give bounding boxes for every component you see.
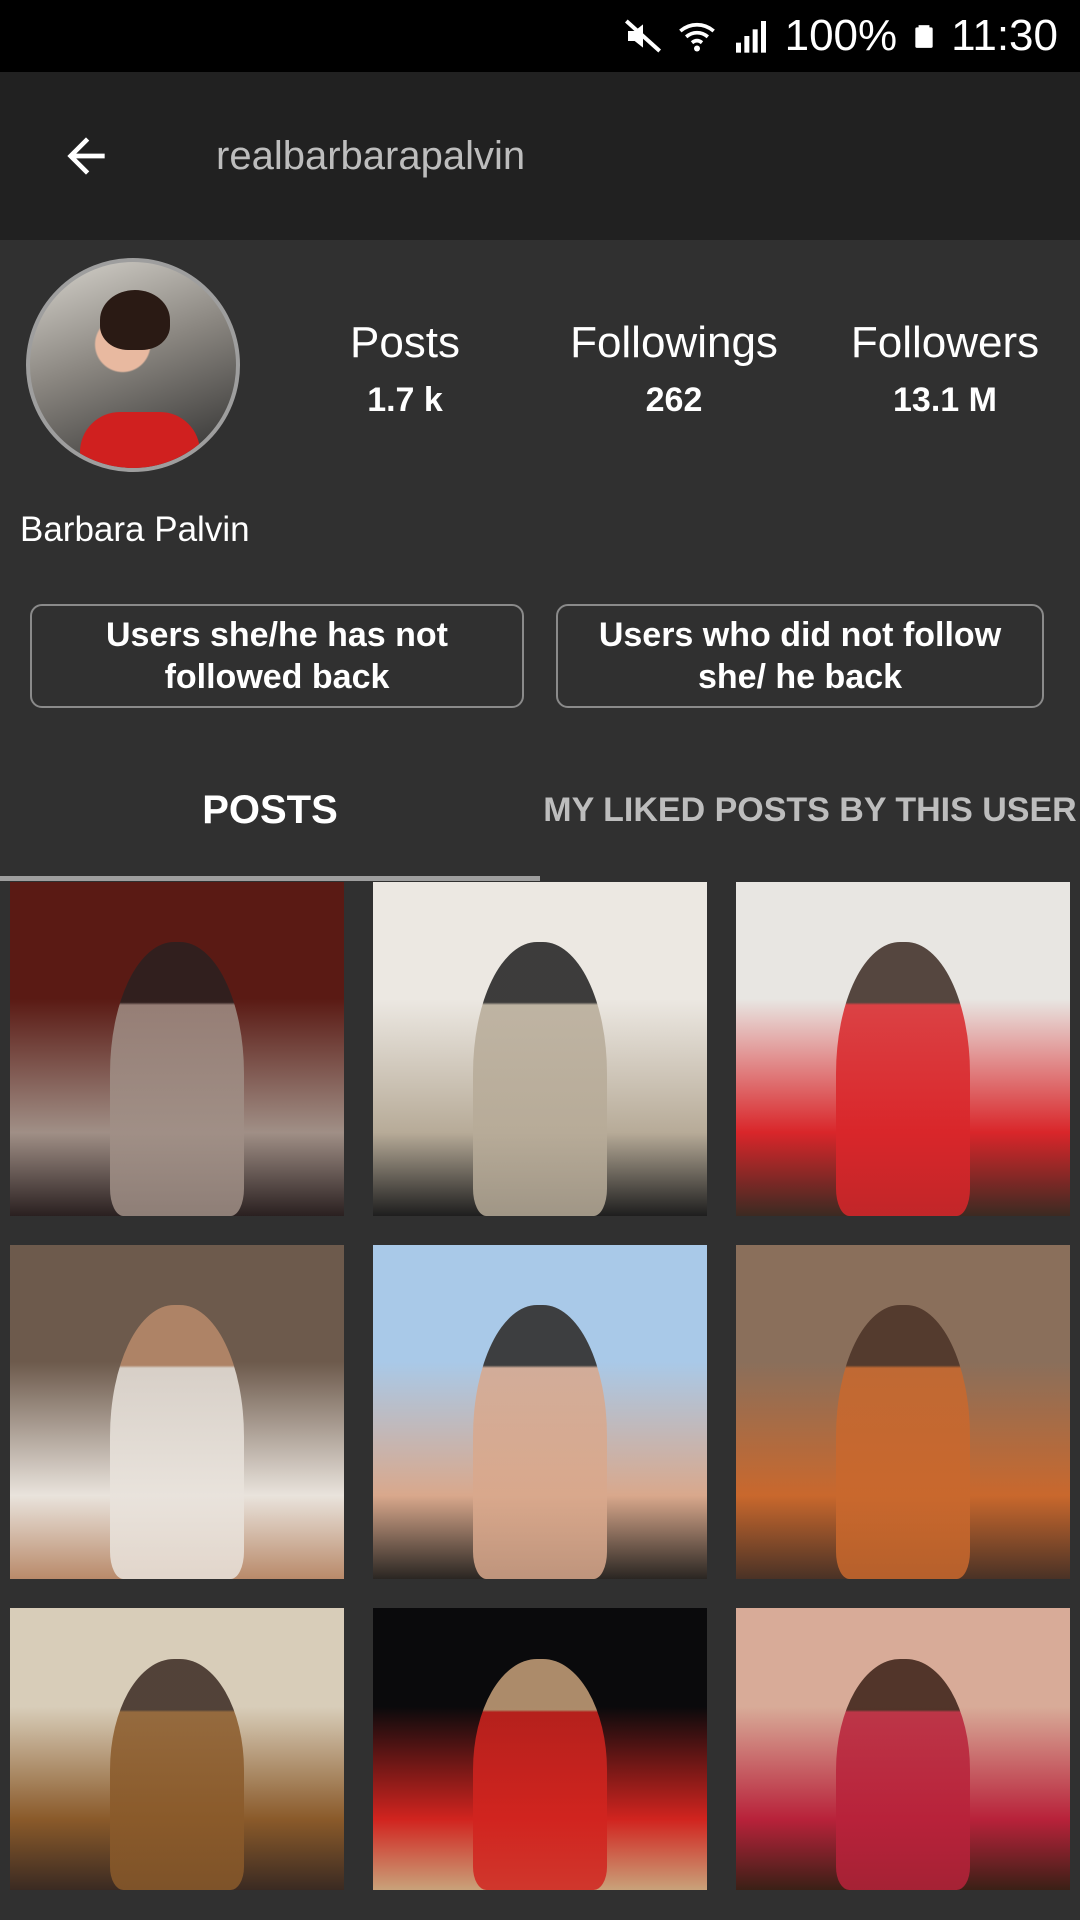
clock: 11:30 (951, 11, 1058, 60)
stat-label: Posts (349, 318, 461, 367)
post-thumbnail[interactable] (10, 1245, 344, 1579)
post-photo-figure (473, 1305, 607, 1579)
post-photo-figure (110, 942, 244, 1216)
stat-label: Followers (850, 318, 1040, 367)
stat-followers: Followers 13.1 M (820, 312, 1070, 426)
app-bar: realbarbarapalvin (0, 72, 1080, 240)
not-follow-back-button[interactable]: Users who did not follow she/ he back (556, 604, 1044, 708)
post-photo-figure (836, 1305, 970, 1579)
back-button[interactable] (42, 112, 130, 200)
post-thumbnail[interactable] (373, 1245, 707, 1579)
signal-icon (735, 21, 766, 53)
stat-label: Followings (570, 318, 778, 367)
status-bar: 100% 11:30 (0, 0, 1080, 72)
posts-grid (0, 882, 1080, 1920)
not-followed-back-button[interactable]: Users she/he has not followed back (30, 604, 524, 708)
post-thumbnail[interactable] (736, 1608, 1070, 1890)
post-photo-figure (473, 1658, 607, 1890)
stat-posts: Posts 1.7 k (280, 312, 530, 426)
stat-value: 13.1 M (893, 381, 997, 419)
post-photo-figure (110, 1658, 244, 1890)
wifi-icon (678, 22, 715, 52)
battery-icon (915, 25, 933, 48)
post-thumbnail[interactable] (736, 1245, 1070, 1579)
tab-posts[interactable]: POSTS (0, 742, 540, 878)
display-name: Barbara Palvin (20, 510, 250, 549)
stat-value: 262 (645, 381, 703, 419)
mute-icon (624, 19, 661, 53)
post-photo-figure (836, 1658, 970, 1890)
arrow-back-icon (67, 137, 105, 175)
post-thumbnail[interactable] (373, 1608, 707, 1890)
post-photo-figure (110, 1305, 244, 1579)
stat-followings: Followings 262 (549, 312, 799, 426)
post-photo-figure (836, 942, 970, 1216)
battery-percent: 100% (784, 11, 898, 60)
tab-liked-posts[interactable]: MY LIKED POSTS BY THIS USER (540, 742, 1080, 878)
post-thumbnail[interactable] (736, 882, 1070, 1216)
tab-indicator (0, 876, 540, 881)
username-title: realbarbarapalvin (216, 133, 526, 178)
post-photo-figure (473, 942, 607, 1216)
post-thumbnail[interactable] (373, 882, 707, 1216)
post-thumbnail[interactable] (10, 1608, 344, 1890)
post-thumbnail[interactable] (10, 882, 344, 1216)
stat-value: 1.7 k (367, 381, 443, 419)
avatar (26, 258, 240, 472)
